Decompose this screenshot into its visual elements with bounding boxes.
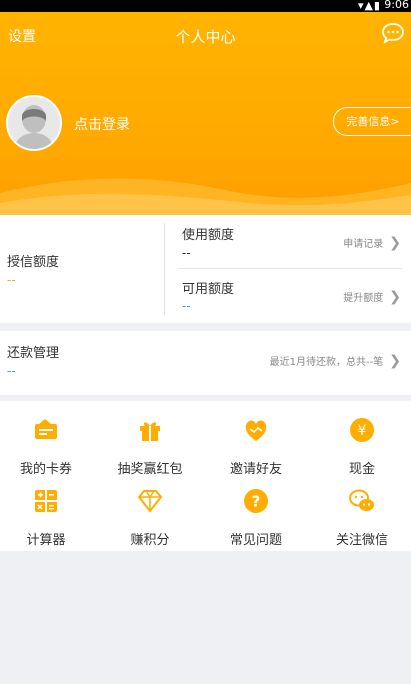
grid-label: 计算器 [26, 533, 66, 548]
credit-panel: 授信额度 -- 使用额度 -- 申请记录 ❯ 可用额度 -- 提升额度 ❯ [0, 215, 411, 323]
avatar-icon [8, 97, 60, 149]
yen-icon: ¥ [350, 418, 374, 442]
available-value: -- [182, 299, 191, 313]
repay-panel[interactable]: 还款管理 -- 最近1月待还款，总共--笔 ❯ [0, 331, 411, 395]
status-bar: ▾▲▮ 9:06 [0, 0, 411, 12]
lottery-button[interactable]: 抽奖赢红包 [99, 416, 201, 477]
my-coupons-button[interactable]: 我的卡券 [0, 416, 97, 477]
diamond-icon [137, 490, 163, 513]
used-label: 使用额度 [182, 228, 235, 243]
chevron-right-icon: ❯ [389, 353, 401, 369]
repay-summary: 最近1月待还款，总共--笔 [269, 357, 384, 368]
raise-limit-label: 提升额度 [343, 293, 384, 304]
question-icon: ? [244, 489, 268, 513]
heart-handshake-icon [245, 420, 267, 441]
granted-value: -- [7, 273, 16, 287]
earn-points-button[interactable]: 赚积分 [99, 487, 201, 548]
divider-vertical [164, 223, 165, 315]
apply-record-link[interactable]: 申请记录 ❯ [343, 235, 401, 251]
calculator-icon [35, 490, 57, 512]
gift-icon [140, 422, 160, 441]
apply-record-label: 申请记录 [343, 239, 384, 250]
grid-label: 关注微信 [335, 533, 388, 548]
login-link[interactable]: 点击登录 [74, 114, 130, 134]
repay-label: 还款管理 [7, 346, 60, 361]
grid-label: 邀请好友 [229, 462, 282, 477]
card-icon [35, 419, 57, 439]
chevron-right-icon: ❯ [389, 289, 401, 305]
avatar[interactable] [6, 95, 62, 151]
grid-label: 我的卡券 [19, 462, 72, 477]
status-time: 9:06 [384, 0, 409, 11]
signal-icon: ▾▲▮ [357, 0, 381, 12]
profile-header: 设置 个人中心 点击登录 完善信息> [0, 12, 411, 215]
invite-friends-button[interactable]: 邀请好友 [205, 416, 307, 477]
svg-text:¥: ¥ [358, 423, 367, 439]
faq-button[interactable]: ? 常见问题 [205, 487, 307, 548]
grid-label: 现金 [348, 462, 375, 477]
wechat-icon [349, 489, 374, 511]
repay-summary-link[interactable]: 最近1月待还款，总共--笔 ❯ [270, 353, 401, 369]
svg-text:?: ? [252, 493, 261, 511]
used-value: -- [182, 246, 191, 260]
granted-label: 授信额度 [7, 255, 60, 270]
grid-label: 赚积分 [130, 533, 170, 548]
calculator-button[interactable]: 计算器 [0, 487, 97, 548]
available-label: 可用额度 [182, 282, 235, 297]
grid-label: 常见问题 [229, 533, 282, 548]
divider-horizontal [178, 268, 402, 269]
cash-button[interactable]: ¥ 现金 [311, 416, 411, 477]
repay-value: -- [7, 364, 16, 378]
grid-label: 抽奖赢红包 [117, 462, 183, 477]
chevron-right-icon: ❯ [389, 235, 401, 251]
follow-wechat-button[interactable]: 关注微信 [311, 487, 411, 548]
page-title: 个人中心 [175, 28, 236, 46]
feature-grid: 我的卡券 抽奖赢红包 邀请好友 ¥ 现金 计算器 赚积分 ? 常见问题 关注微信 [0, 401, 411, 551]
raise-limit-link[interactable]: 提升额度 ❯ [343, 289, 401, 305]
wave-decoration [0, 178, 411, 215]
complete-info-button[interactable]: 完善信息> [333, 107, 411, 136]
chat-icon[interactable] [381, 22, 405, 44]
